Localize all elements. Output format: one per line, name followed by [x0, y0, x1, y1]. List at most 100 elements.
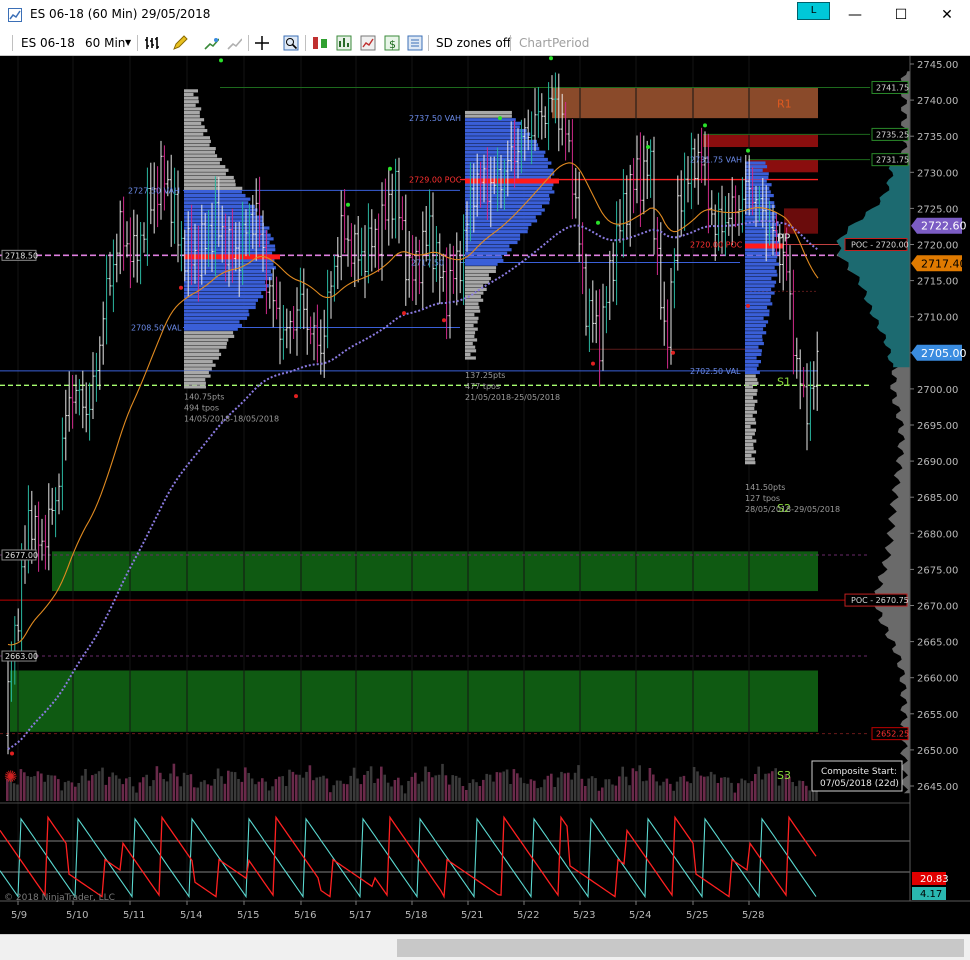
volume-bar [80, 775, 84, 801]
chart-trader-icon[interactable] [312, 35, 328, 51]
crosshair-icon[interactable] [254, 35, 270, 51]
tpo-row [184, 244, 276, 248]
tpo-row [745, 356, 757, 360]
bar-type-icon[interactable] [144, 35, 160, 51]
volume-bar [40, 773, 43, 801]
maximize-button[interactable]: ☐ [878, 0, 924, 30]
chart-panel[interactable]: 2727.50 VAH 2708.50 VAL 2737.50 VAH 2729.00… [0, 56, 970, 934]
date-tick-label: 5/9 [11, 910, 27, 921]
tpo-row [184, 313, 250, 317]
instrument-selector[interactable]: ES 06-18 [21, 30, 75, 56]
volume-bar [478, 786, 482, 801]
interval-chevron-down-icon[interactable]: ▼ [125, 30, 131, 56]
templates-icon[interactable] [360, 35, 376, 51]
swing-dot [442, 318, 446, 323]
interval-selector[interactable]: 60 Min [85, 30, 125, 56]
zoom-icon[interactable] [283, 35, 299, 51]
tpo-row [465, 305, 480, 310]
tpo-row [745, 316, 764, 320]
tpo-row [745, 291, 775, 295]
volume-bar [577, 765, 580, 801]
properties-icon[interactable] [407, 35, 423, 51]
volume-bar [230, 771, 233, 801]
price-tick-label: 2685.00 [917, 493, 958, 504]
volume-bar [196, 787, 199, 801]
price-axis[interactable]: 2745.00 2740.00 2735.00 2730.00 2725.00 2720.… [910, 60, 958, 793]
tpo-row [465, 237, 521, 241]
tpo-row [184, 215, 263, 219]
instrument-link-button[interactable]: L [797, 2, 830, 20]
volume-bar [417, 783, 420, 801]
volume-bar [43, 781, 46, 801]
aroon-oscillator [0, 815, 817, 899]
date-tick-label: 5/24 [629, 910, 651, 921]
volume-bar [244, 767, 247, 801]
price-tick-label: 2700.00 [917, 385, 958, 396]
tpo-row [465, 323, 474, 328]
close-button[interactable]: ✕ [924, 0, 970, 30]
swing-dot [388, 166, 392, 171]
date-axis[interactable]: 5/9 5/10 5/11 5/14 5/15 5/16 5/17 5/18 5/21 5/22 5… [11, 901, 764, 921]
volume-bar [597, 790, 601, 801]
price-chart-canvas[interactable]: 2727.50 VAH 2708.50 VAL 2737.50 VAH 2729.00… [0, 56, 970, 934]
strategies-icon[interactable] [226, 35, 242, 51]
tpo-row [745, 392, 757, 396]
chart-period-button[interactable]: ChartPeriod [519, 30, 589, 56]
indicators-icon[interactable] [203, 35, 219, 51]
tpo-row [745, 374, 756, 378]
volume-bar [495, 772, 499, 801]
volume-bar [250, 778, 254, 801]
volume-bar [363, 774, 366, 801]
profile-stat-line: 137.25pts [465, 371, 505, 380]
volume-bar [339, 780, 342, 801]
tpo-row [745, 461, 756, 465]
volume-bar [16, 784, 19, 801]
volume-bar [669, 783, 672, 801]
tpo-row [465, 197, 550, 201]
tpo-row [745, 457, 755, 461]
price-tick-label: 2665.00 [917, 638, 958, 649]
tpo-row [465, 226, 529, 230]
tpo-row [184, 175, 234, 180]
tpo-row [465, 222, 532, 227]
volume-bar [125, 778, 128, 801]
tpo-row [184, 240, 270, 245]
tpo-row [184, 356, 219, 360]
tpo-row [745, 428, 756, 432]
tpo-row [745, 388, 758, 393]
swing-dot [746, 303, 750, 308]
dollar-icon[interactable]: $ [384, 35, 400, 51]
volume-bar [369, 766, 373, 801]
volume-bar [658, 785, 662, 801]
drawing-pencil-icon[interactable] [172, 35, 188, 51]
volume-bar [611, 784, 614, 801]
volume-bar [699, 775, 703, 801]
volume-bar [794, 786, 798, 801]
volume-bar [233, 772, 237, 801]
volume-bar [189, 774, 193, 801]
swing-dot [294, 394, 298, 399]
copyright-text: © 2018 NinjaTrader, LLC [4, 893, 115, 903]
scrollbar-thumb[interactable] [397, 939, 964, 957]
volume-bar [199, 781, 203, 801]
volume-bar [237, 779, 240, 801]
sd-zones-toggle[interactable]: SD zones off [436, 30, 511, 56]
data-series-icon[interactable] [336, 35, 352, 51]
volume-bar [308, 765, 312, 801]
tpo-row [745, 215, 776, 219]
date-tick-label: 5/10 [66, 910, 88, 921]
volume-bar [301, 777, 305, 801]
volume-bar [791, 782, 794, 801]
horizontal-scrollbar[interactable] [0, 934, 970, 960]
minimize-button[interactable]: — [832, 0, 878, 30]
tpo-row [465, 295, 481, 299]
volume-bar [162, 779, 165, 801]
volume-bar [652, 774, 655, 801]
tpo-row [465, 143, 539, 147]
volume-bar [703, 776, 706, 801]
tpo-row [184, 139, 211, 144]
toolbar-separator [248, 35, 249, 51]
tpo-row [745, 410, 757, 414]
profile-stat-line: 477 tpos [465, 382, 500, 391]
tpo-row [465, 114, 512, 118]
